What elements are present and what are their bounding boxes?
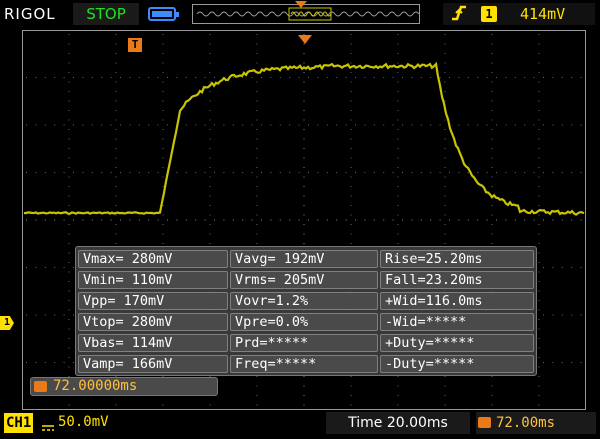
measurement-value: Vmin= 110mV: [78, 271, 228, 289]
horizontal-delay-icon: [478, 417, 491, 428]
measurement-row: Vmin= 110mV Vrms= 205mV Fall=23.20ms: [76, 270, 536, 291]
horizontal-delay[interactable]: 72.00ms: [476, 412, 596, 434]
measurement-value: Vavg= 192mV: [230, 250, 378, 268]
volts-per-division: 50.0mV: [58, 414, 109, 430]
channel-label: CH1: [4, 413, 34, 433]
measurement-value: Vovr=1.2%: [230, 292, 378, 310]
measurement-value: Vpre=0.0%: [230, 313, 378, 331]
measurement-value: Prd=*****: [230, 334, 378, 352]
measurement-value: Fall=23.20ms: [380, 271, 534, 289]
measurement-value: Vrms= 205mV: [230, 271, 378, 289]
measurement-value: Freq=*****: [230, 355, 378, 373]
timebase[interactable]: Time 20.00ms: [326, 412, 470, 434]
measurement-row: Vmax= 280mV Vavg= 192mV Rise=25.20ms: [76, 249, 536, 270]
measurement-value: Rise=25.20ms: [380, 250, 534, 268]
dc-coupling-icon: [41, 418, 55, 437]
measurement-row: Vtop= 280mV Vpre=0.0% -Wid=*****: [76, 312, 536, 333]
measurement-value: Vbas= 114mV: [78, 334, 228, 352]
measurement-row: Vpp= 170mV Vovr=1.2% +Wid=116.0ms: [76, 291, 536, 312]
measurement-value: +Wid=116.0ms: [380, 292, 534, 310]
measurement-value: +Duty=*****: [380, 334, 534, 352]
measurement-value: -Wid=*****: [380, 313, 534, 331]
measurement-value: -Duty=*****: [380, 355, 534, 373]
measurement-value: Vpp= 170mV: [78, 292, 228, 310]
trigger-delay-icon: [34, 381, 47, 392]
measurement-value: Vtop= 280mV: [78, 313, 228, 331]
measurement-panel: Vmax= 280mV Vavg= 192mV Rise=25.20ms Vmin= …: [75, 246, 537, 376]
trigger-delay-field[interactable]: 72.00000ms: [30, 377, 218, 396]
measurement-row: Vamp= 166mV Freq=***** -Duty=*****: [76, 354, 536, 375]
trigger-position-marker[interactable]: T: [128, 38, 142, 52]
horizontal-trigger-arrow-icon: [298, 30, 312, 49]
measurement-value: Vmax= 280mV: [78, 250, 228, 268]
measurement-row: Vbas= 114mV Prd=***** +Duty=*****: [76, 333, 536, 354]
measurement-value: Vamp= 166mV: [78, 355, 228, 373]
